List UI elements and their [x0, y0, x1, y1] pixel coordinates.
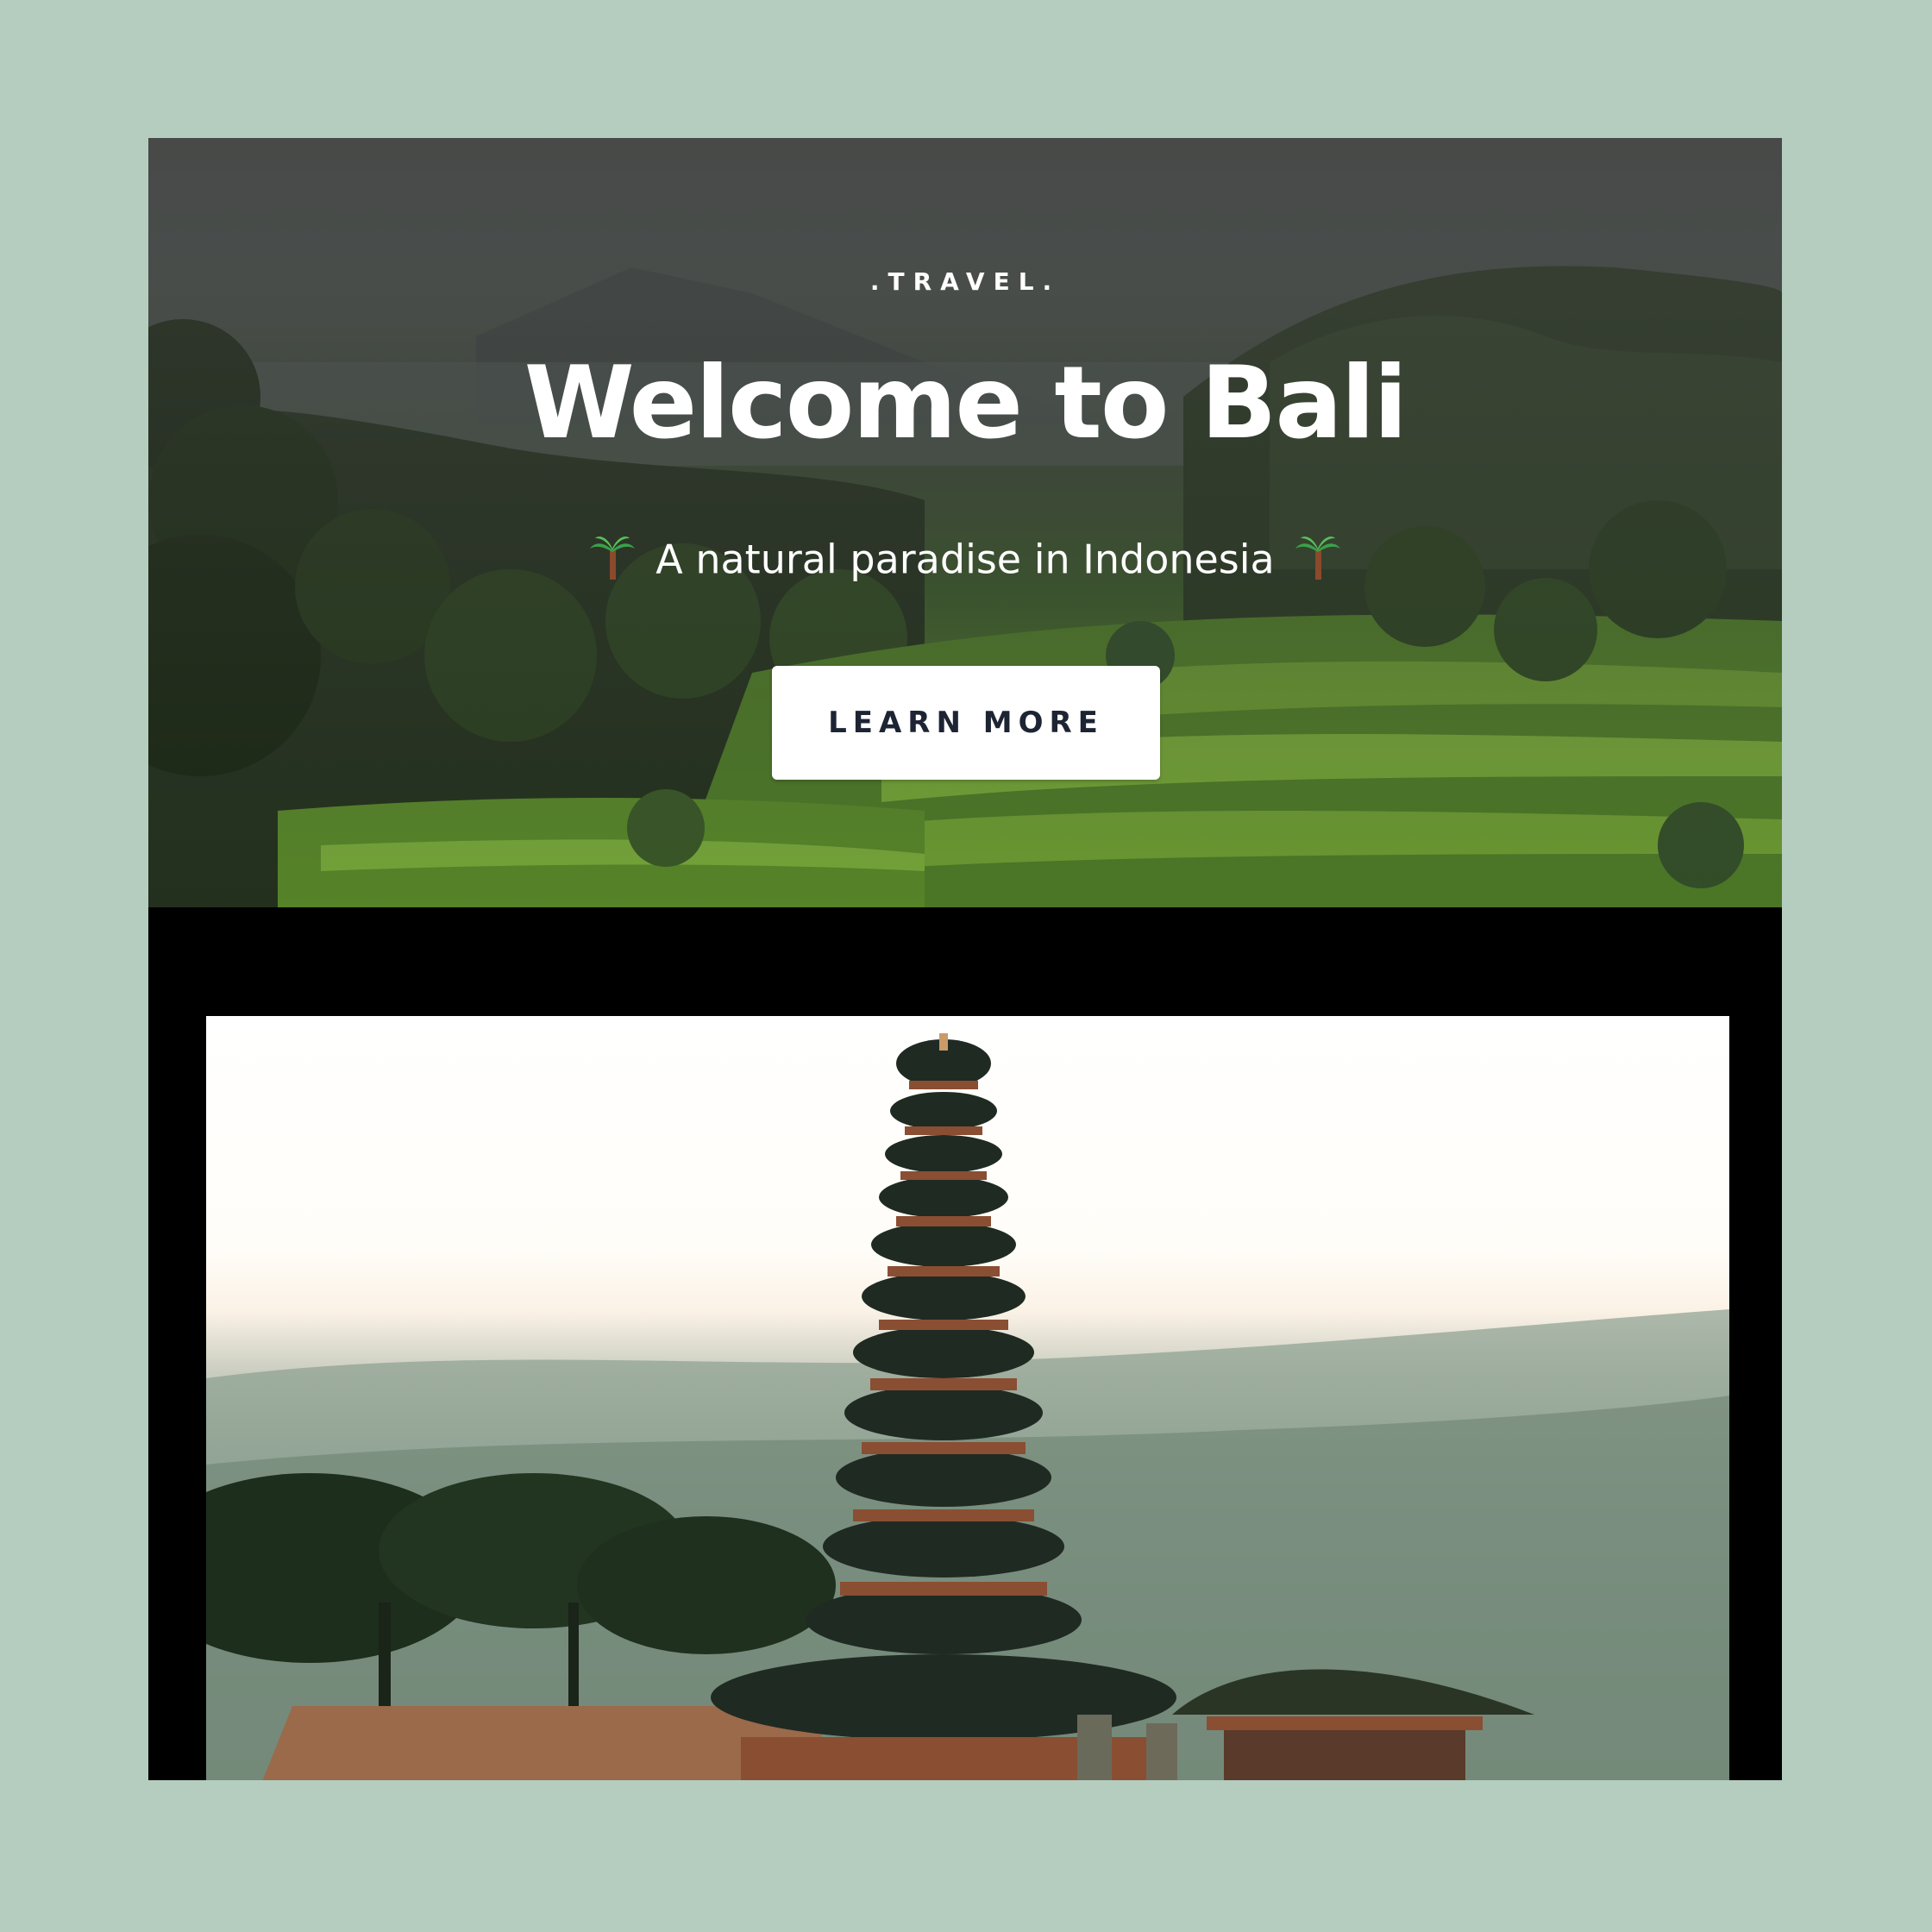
page-frame: .TRAVEL. Welcome to Bali A natural parad…: [148, 138, 1782, 1780]
hero-tagline: A natural paradise in Indonesia: [148, 536, 1782, 586]
learn-more-button[interactable]: LEARN MORE: [772, 666, 1160, 780]
tagline-text: A natural paradise in Indonesia: [656, 536, 1275, 583]
eyebrow-label: .TRAVEL.: [869, 267, 1061, 296]
hero-overlay: [148, 138, 1782, 907]
palm-tree-icon: [590, 533, 636, 581]
hero-section: .TRAVEL. Welcome to Bali A natural parad…: [148, 138, 1782, 907]
hero-title: Welcome to Bali: [524, 345, 1408, 461]
temple-image: [206, 1016, 1729, 1780]
palm-tree-icon: [1295, 533, 1340, 581]
